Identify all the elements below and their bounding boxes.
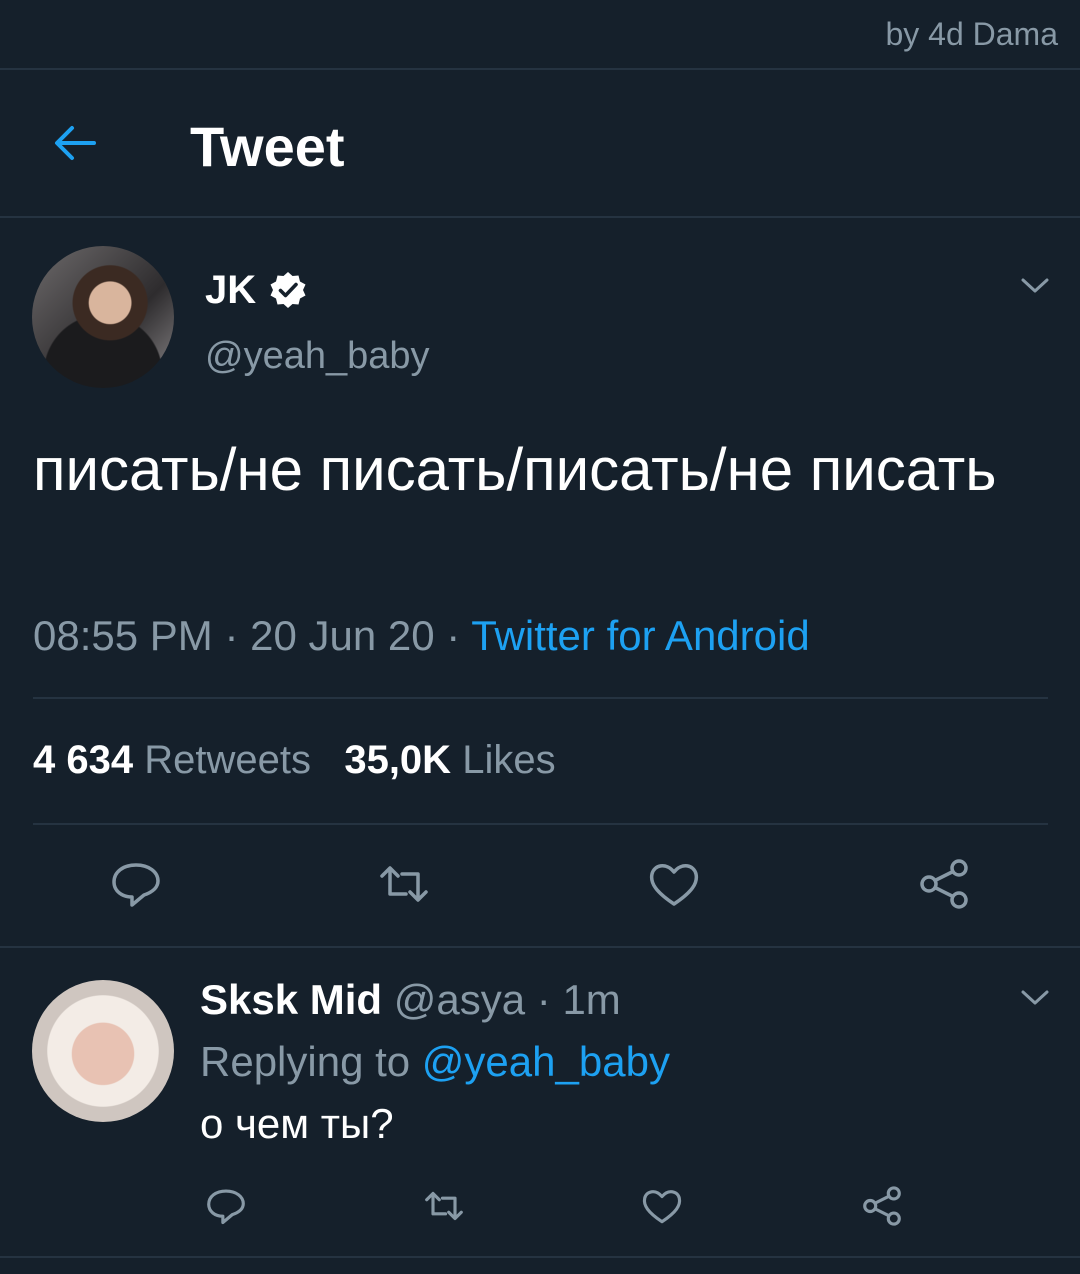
chevron-down-icon[interactable] — [1020, 276, 1050, 296]
tweet-source-link[interactable]: Twitter for Android — [471, 612, 809, 659]
reply-author-avatar[interactable] — [32, 980, 174, 1122]
verified-icon — [270, 272, 306, 308]
divider — [33, 823, 1048, 825]
author-avatar[interactable] — [32, 246, 174, 388]
divider — [0, 68, 1080, 70]
page-title: Tweet — [190, 115, 345, 178]
like-icon[interactable] — [646, 856, 702, 912]
tweet-stats: 4 634 Retweets 35,0K Likes — [33, 738, 556, 783]
watermark: by 4d Dama — [885, 16, 1058, 52]
separator: · — [446, 612, 461, 659]
retweet-icon[interactable] — [376, 856, 432, 912]
retweets-stat[interactable]: 4 634 Retweets — [33, 738, 311, 782]
separator: · — [224, 612, 239, 659]
reply-icon[interactable] — [108, 856, 164, 912]
like-icon[interactable] — [640, 1184, 684, 1228]
back-arrow-icon[interactable] — [50, 118, 100, 168]
divider — [0, 216, 1080, 218]
retweets-count: 4 634 — [33, 738, 134, 782]
author-handle[interactable]: @yeah_baby — [205, 335, 430, 378]
retweets-label: Retweets — [144, 738, 311, 782]
reply-icon[interactable] — [204, 1184, 248, 1228]
likes-stat[interactable]: 35,0K Likes — [344, 738, 555, 782]
reply-header: Sksk Mid @asya · 1m — [200, 976, 621, 1024]
divider — [0, 1256, 1080, 1258]
likes-label: Likes — [462, 738, 556, 782]
replying-to-handle[interactable]: @yeah_baby — [422, 1038, 670, 1085]
tweet-date: 20 Jun 20 — [250, 612, 435, 659]
separator: · — [536, 976, 551, 1023]
tweet-time: 08:55 PM — [33, 612, 213, 659]
reply-time: 1m — [562, 976, 621, 1023]
tweet-meta: 08:55 PM · 20 Jun 20 · Twitter for Andro… — [33, 612, 810, 660]
divider — [0, 946, 1080, 948]
reply-text: о чем ты? — [200, 1100, 394, 1147]
reply-author-handle[interactable]: @asya — [394, 976, 525, 1023]
replying-to: Replying to @yeah_baby — [200, 1038, 670, 1086]
tweet-text: писать/не писать/писать/не писать — [33, 436, 997, 503]
author-name[interactable]: JK — [205, 268, 256, 313]
chevron-down-icon[interactable] — [1020, 988, 1050, 1008]
replying-to-label: Replying to — [200, 1038, 411, 1085]
share-icon[interactable] — [860, 1184, 904, 1228]
share-icon[interactable] — [916, 856, 972, 912]
divider — [33, 697, 1048, 699]
reply-author-name[interactable]: Sksk Mid — [200, 976, 382, 1023]
retweet-icon[interactable] — [422, 1184, 466, 1228]
likes-count: 35,0K — [344, 738, 452, 782]
